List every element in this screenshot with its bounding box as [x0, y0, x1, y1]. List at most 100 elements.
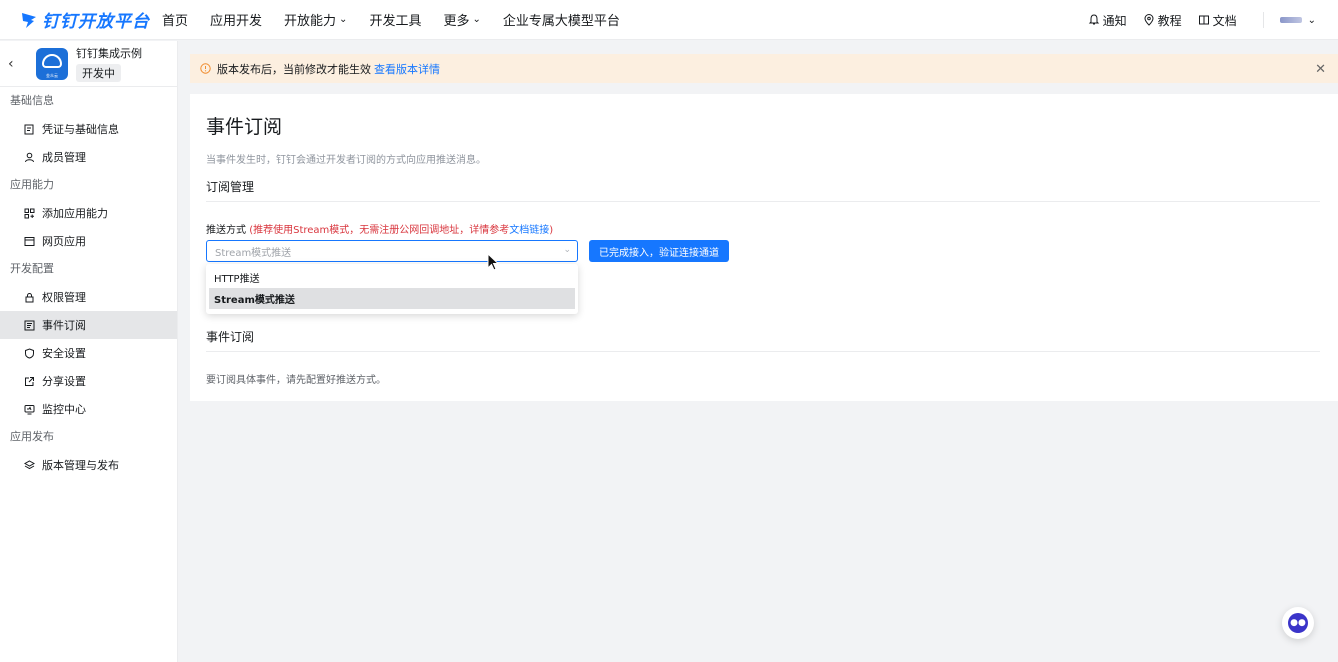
- monitor-icon: [24, 404, 35, 414]
- sidebar-item-label: 成员管理: [42, 151, 86, 164]
- sidebar-item-monitor[interactable]: 监控中心: [0, 395, 177, 423]
- nav-more[interactable]: 更多 ⌄: [443, 10, 480, 29]
- sidebar-item-add-capability[interactable]: 添加应用能力: [0, 199, 177, 227]
- nav-more-label: 更多: [443, 14, 470, 29]
- sidebar-item-label: 网页应用: [42, 235, 86, 248]
- nav-app-dev-label: 应用开发: [210, 14, 263, 29]
- sidebar-item-label: 监控中心: [42, 403, 86, 416]
- back-button[interactable]: ‹: [8, 56, 24, 72]
- chevron-down-icon: ⌄: [339, 14, 348, 25]
- warning-icon: [200, 63, 211, 74]
- share-icon: [25, 376, 34, 386]
- sidebar-item-label: 安全设置: [42, 347, 86, 360]
- sidebar: ‹ 金众云 钉钉集成示例 开发中 基础信息 凭证与基础信息 成员管理 应用能力 …: [0, 41, 178, 662]
- status-badge: 开发中: [76, 64, 121, 82]
- nav-dev-tools[interactable]: 开发工具: [369, 10, 421, 29]
- logo-text: 钉钉开放平台: [42, 12, 150, 32]
- avatar: [1279, 17, 1302, 23]
- sidebar-item-label: 事件订阅: [42, 319, 86, 332]
- chevron-left-icon: ‹: [8, 55, 14, 72]
- sidebar-item-event-subscription[interactable]: 事件订阅: [0, 311, 177, 339]
- option-http-push[interactable]: HTTP推送: [209, 267, 575, 288]
- nav-dev-tools-label: 开发工具: [369, 14, 422, 29]
- docs-link[interactable]: 文档: [1198, 12, 1237, 29]
- sidebar-group-dev-config: 开发配置: [10, 262, 54, 275]
- app-name: 钉钉集成示例: [76, 47, 142, 60]
- sidebar-item-members[interactable]: 成员管理: [0, 143, 177, 171]
- nav-enterprise-llm-label: 企业专属大模型平台: [502, 14, 620, 29]
- page-description: 当事件发生时，钉钉会通过开发者订阅的方式向应用推送消息。: [206, 155, 486, 166]
- divider: [206, 201, 1320, 202]
- event-subscription-card: 事件订阅 当事件发生时，钉钉会通过开发者订阅的方式向应用推送消息。 订阅管理 推…: [190, 94, 1338, 401]
- select-value: Stream模式推送: [215, 247, 292, 259]
- sidebar-group-basic: 基础信息: [10, 94, 54, 107]
- platform-logo[interactable]: 钉钉开放平台: [20, 7, 150, 32]
- credential-icon: [24, 124, 34, 134]
- layers-icon: [24, 459, 35, 469]
- chevron-down-icon: ⌄: [1307, 14, 1316, 26]
- sidebar-item-label: 版本管理与发布: [42, 459, 119, 472]
- nav-open-capability-label: 开放能力: [284, 14, 337, 29]
- book-icon: [1198, 15, 1209, 25]
- chevron-down-icon: ⌄: [472, 14, 481, 25]
- push-hint: 推荐使用Stream模式，无需注册公网回调地址，详情参考: [253, 225, 510, 236]
- tutorial-link[interactable]: 教程: [1143, 12, 1182, 29]
- close-icon[interactable]: ✕: [1315, 62, 1326, 77]
- view-version-link[interactable]: 查看版本详情: [374, 61, 440, 77]
- event-empty-tip: 要订阅具体事件，请先配置好推送方式。: [206, 375, 386, 386]
- sidebar-item-version-release[interactable]: 版本管理与发布: [0, 451, 177, 479]
- cloud-icon: [42, 53, 62, 68]
- notify-label: 通知: [1102, 13, 1127, 28]
- sidebar-group-capability: 应用能力: [10, 178, 54, 191]
- top-navigation: 钉钉开放平台 首页 应用开发 开放能力 ⌄ 开发工具 更多 ⌄ 企业专属大模型平台 …: [0, 0, 1338, 40]
- location-pin-icon: [1144, 14, 1154, 26]
- assistant-float-button[interactable]: ●●: [1282, 607, 1314, 639]
- subscription-management-heading: 订阅管理: [206, 180, 255, 194]
- sidebar-item-security[interactable]: 安全设置: [0, 339, 177, 367]
- sidebar-item-web-app[interactable]: 网页应用: [0, 227, 177, 255]
- doc-link[interactable]: 文档链接: [509, 225, 549, 236]
- shield-icon: [25, 347, 34, 359]
- grid-plus-icon: [24, 208, 35, 218]
- sidebar-item-label: 分享设置: [42, 375, 86, 388]
- sidebar-group-release: 应用发布: [10, 430, 54, 443]
- sidebar-item-credentials[interactable]: 凭证与基础信息: [0, 115, 177, 143]
- nav-enterprise-llm[interactable]: 企业专属大模型平台: [503, 10, 620, 29]
- app-logo: 金众云: [36, 47, 68, 80]
- browser-icon: [24, 236, 35, 246]
- divider: [206, 351, 1320, 352]
- nav-home-label: 首页: [162, 14, 189, 29]
- push-method-select[interactable]: Stream模式推送 ⌄: [206, 240, 578, 262]
- nav-open-capability[interactable]: 开放能力 ⌄: [284, 10, 347, 29]
- notify-link[interactable]: 通知: [1088, 12, 1127, 29]
- user-menu[interactable]: ⌄: [1262, 12, 1316, 28]
- robot-icon: ●●: [1288, 613, 1308, 633]
- docs-label: 文档: [1212, 13, 1237, 28]
- sidebar-item-share[interactable]: 分享设置: [0, 367, 177, 395]
- release-notice-banner: 版本发布后，当前修改才能生效 查看版本详情 ✕: [190, 54, 1338, 83]
- nav-app-dev[interactable]: 应用开发: [210, 10, 262, 29]
- dingtalk-logo-icon: [22, 12, 36, 28]
- nav-home[interactable]: 首页: [162, 10, 188, 29]
- sidebar-item-label: 权限管理: [42, 291, 86, 304]
- verify-connection-button[interactable]: 已完成接入，验证连接通道: [589, 240, 729, 262]
- chevron-down-icon: ⌄: [563, 245, 571, 255]
- event-subscription-heading: 事件订阅: [206, 330, 255, 344]
- lock-icon: [25, 292, 34, 302]
- sidebar-item-permissions[interactable]: 权限管理: [0, 283, 177, 311]
- app-logo-label: 金众云: [46, 72, 58, 78]
- mouse-cursor-icon: [487, 253, 499, 271]
- push-method-text: 推送方式: [206, 225, 246, 236]
- tutorial-label: 教程: [1157, 13, 1182, 28]
- app-header: ‹ 金众云 钉钉集成示例 开发中: [0, 41, 177, 87]
- option-stream-push[interactable]: Stream模式推送: [209, 288, 575, 309]
- event-icon: [24, 320, 35, 330]
- sidebar-item-label: 凭证与基础信息: [42, 123, 119, 136]
- push-hint-close: ): [549, 225, 554, 236]
- sidebar-item-label: 添加应用能力: [42, 207, 108, 220]
- push-method-label: 推送方式 (推荐使用Stream模式，无需注册公网回调地址，详情参考文档链接): [206, 221, 553, 236]
- user-icon: [25, 152, 34, 162]
- banner-text: 版本发布后，当前修改才能生效: [217, 62, 371, 76]
- bell-icon: [1088, 14, 1099, 25]
- page-title: 事件订阅: [206, 116, 283, 138]
